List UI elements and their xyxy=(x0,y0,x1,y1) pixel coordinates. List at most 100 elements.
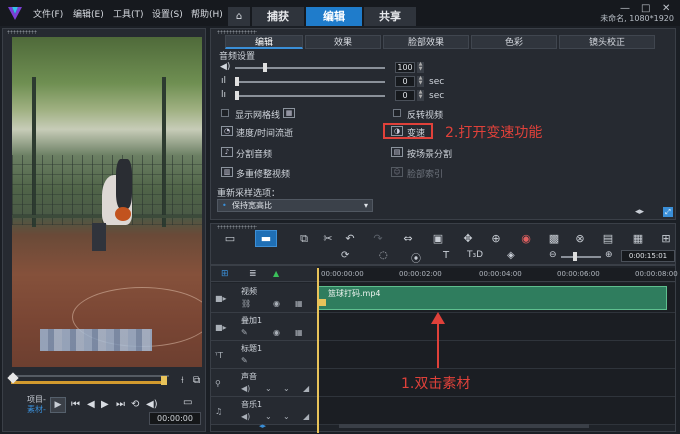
chevron-down-icon[interactable]: ⌄ xyxy=(265,412,272,421)
visibility-icon[interactable]: ◉ xyxy=(273,328,280,337)
3d-text-icon[interactable]: T₃D xyxy=(467,250,483,260)
grid-icon[interactable]: ⊞ xyxy=(659,232,673,245)
fit-icon[interactable]: ⇔ xyxy=(401,232,415,245)
tools-icon[interactable]: ✂ xyxy=(321,232,335,245)
record-icon[interactable]: ◉ xyxy=(519,232,533,245)
lane-music[interactable] xyxy=(317,397,675,425)
volume-spinner[interactable]: ▲ ▼ xyxy=(417,62,424,73)
copy-icon[interactable]: ⧉ xyxy=(297,232,311,246)
zoom-knob[interactable] xyxy=(573,252,577,261)
link-icon[interactable]: ⛓ xyxy=(241,299,251,308)
trim-end-handle[interactable] xyxy=(161,376,167,385)
volume-slider[interactable] xyxy=(235,67,385,69)
options-scroll-icon[interactable]: ◂▸ xyxy=(635,207,644,217)
track-list-icon[interactable]: ≣ xyxy=(249,269,257,279)
preview-timecode[interactable]: 00:00:00 xyxy=(149,412,201,425)
split-audio-button[interactable]: 分割音频 xyxy=(236,147,272,160)
split-scene-button[interactable]: 按场景分割 xyxy=(407,147,452,160)
storyboard-view-icon[interactable]: ▭ xyxy=(223,232,237,245)
toolbar-grip[interactable] xyxy=(217,225,257,229)
tab-options-lens[interactable]: 镜头校正 xyxy=(559,35,655,49)
menu-help[interactable]: 帮助(H) xyxy=(191,7,223,20)
zoom-slider[interactable] xyxy=(561,256,601,258)
auto-music-icon[interactable]: ⊗ xyxy=(573,232,587,245)
track-header-video[interactable]: ■▸ 视频 ⛓ ◉ ▦ xyxy=(211,283,317,313)
grid-settings-icon[interactable]: ▦ xyxy=(283,108,295,118)
tab-options-face-effect[interactable]: 脸部效果 xyxy=(383,35,469,49)
trim-bar[interactable] xyxy=(11,381,165,384)
speed-timelapse-button[interactable]: 速度/时间流逝 xyxy=(236,126,293,139)
reverse-video-checkbox[interactable] xyxy=(393,109,401,117)
ripple-icon[interactable]: ▦ xyxy=(295,299,303,308)
multi-trim-button[interactable]: 多重修整视频 xyxy=(236,167,290,180)
marker-icon[interactable]: ◈ xyxy=(507,250,515,261)
undo-icon[interactable]: ↶ xyxy=(343,232,357,245)
track-header-overlay[interactable]: ■▸ 叠加1 ✎ ◉ ▦ xyxy=(211,313,317,341)
mixer-icon[interactable]: ▩ xyxy=(547,232,561,245)
crop-icon[interactable]: ⟊ xyxy=(181,375,184,386)
tab-options-effect[interactable]: 效果 xyxy=(305,35,381,49)
tab-options-edit[interactable]: 编辑 xyxy=(225,35,303,49)
repeat-icon[interactable]: ⟲ xyxy=(131,399,139,410)
resample-select[interactable]: 保持宽高比 • ▾ xyxy=(217,199,373,212)
mute-icon[interactable]: ◀) xyxy=(241,412,250,421)
play-button[interactable]: ▶ xyxy=(50,397,66,413)
zoom-in-icon[interactable]: ⊕ xyxy=(605,250,613,260)
visibility-icon[interactable]: ◉ xyxy=(273,299,280,308)
chevron-down-icon[interactable]: ⌄ xyxy=(265,384,272,393)
volume-ramp-icon[interactable]: ◢ xyxy=(303,384,309,393)
menu-settings[interactable]: 设置(S) xyxy=(152,7,183,20)
panel-grip[interactable] xyxy=(7,30,37,34)
clip-mode-label[interactable]: 素材- xyxy=(27,404,46,415)
edit-icon[interactable]: ✎ xyxy=(241,356,248,365)
menu-edit[interactable]: 编辑(E) xyxy=(73,7,104,20)
home-tab[interactable]: ⌂ xyxy=(228,7,250,26)
playhead[interactable] xyxy=(317,268,319,433)
next-frame-icon[interactable]: ▶ xyxy=(101,399,109,410)
track-header-music[interactable]: ♫ 音乐1 ◀) ⌄ ⌄ ◢ xyxy=(211,397,317,425)
options-expand-icon[interactable]: ⤢ xyxy=(663,207,673,217)
volume-input[interactable]: 100 xyxy=(395,62,415,73)
lasso-icon[interactable]: ◌ xyxy=(379,250,388,261)
fade-in-spinner[interactable]: ▲ ▼ xyxy=(417,76,424,87)
menu-tools[interactable]: 工具(T) xyxy=(113,7,144,20)
clip-list-icon[interactable]: ▦ xyxy=(631,232,645,245)
volume-ramp-icon[interactable]: ◢ xyxy=(303,412,309,421)
fade-out-input[interactable]: 0 xyxy=(395,90,415,101)
fade-in-knob[interactable] xyxy=(235,77,239,86)
menu-file[interactable]: 文件(F) xyxy=(33,7,63,20)
speed-button[interactable]: 变速 xyxy=(407,126,425,139)
chevron-down-icon[interactable]: ⌄ xyxy=(283,412,290,421)
go-end-icon[interactable]: ⏭ xyxy=(116,399,125,410)
toolbar-timecode[interactable]: 0:00:15:01 xyxy=(621,250,675,262)
prev-frame-icon[interactable]: ◀ xyxy=(87,399,95,410)
lane-voice[interactable] xyxy=(317,369,675,397)
snapshot-icon[interactable]: ⧉ xyxy=(193,375,200,386)
tab-share[interactable]: 共享 xyxy=(364,7,416,26)
options-grip[interactable] xyxy=(217,30,257,34)
display-mode-icon[interactable]: ▭ xyxy=(183,397,192,408)
volume-slider-knob[interactable] xyxy=(263,63,267,72)
image-icon[interactable]: ▣ xyxy=(431,232,445,245)
go-start-icon[interactable]: ⏮ xyxy=(71,399,80,410)
track-header-voice[interactable]: ⚲ 声音 ◀) ⌄ ⌄ ◢ xyxy=(211,369,317,397)
edit-icon[interactable]: ✎ xyxy=(241,328,248,337)
fade-in-slider[interactable] xyxy=(235,81,385,83)
tab-options-color[interactable]: 色彩 xyxy=(471,35,557,49)
volume-icon[interactable]: ◀) xyxy=(146,399,158,410)
video-clip[interactable]: 篮球打码.mp4 xyxy=(317,286,667,310)
time-ruler[interactable]: 00:00:00:00 00:00:02:00 00:00:04:00 00:0… xyxy=(317,268,678,282)
text-icon[interactable]: T xyxy=(443,250,449,261)
track-header-title[interactable]: ᵀT 标题1 ✎ xyxy=(211,341,317,369)
track-manager-icon[interactable]: ⊕ xyxy=(489,232,503,245)
tab-capture[interactable]: 捕获 xyxy=(252,7,304,26)
fade-out-slider[interactable] xyxy=(235,95,385,97)
add-track-icon[interactable]: ▲ xyxy=(273,269,279,278)
fade-out-knob[interactable] xyxy=(235,91,239,100)
timeline-scrollbar[interactable] xyxy=(339,424,589,428)
lane-title[interactable] xyxy=(317,341,675,369)
video-preview[interactable] xyxy=(12,37,202,367)
subtitle-icon[interactable]: ▤ xyxy=(601,232,615,245)
fade-in-input[interactable]: 0 xyxy=(395,76,415,87)
mute-icon[interactable]: ◀) xyxy=(241,384,250,393)
